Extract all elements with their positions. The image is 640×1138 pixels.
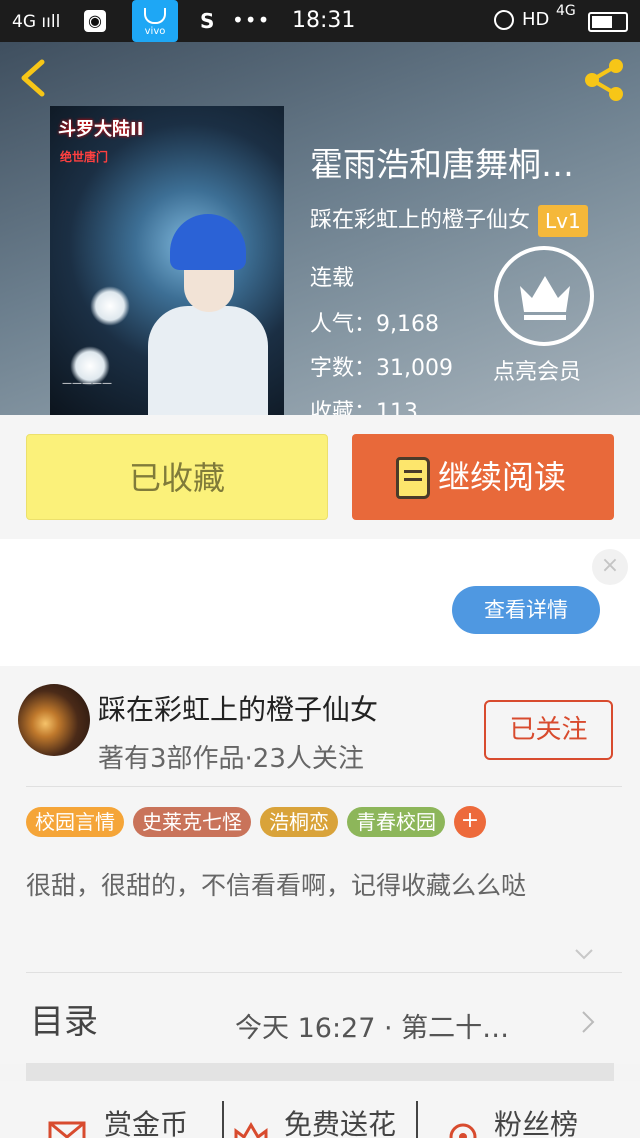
follow-button[interactable]: 已关注	[484, 700, 613, 760]
book-author: 踩在彩虹上的橙子仙女	[310, 208, 531, 233]
ad-banner: × 查看详情	[0, 539, 640, 666]
bottom-actions: 赏金币 免费送花 粉丝榜	[0, 1081, 640, 1138]
view-details-button[interactable]: 查看详情	[452, 586, 600, 634]
catalog-label: 目录	[30, 1002, 98, 1042]
tag-list: 校园言情 史莱克七怪 浩桐恋 青春校园 +	[26, 806, 486, 838]
free-flowers-tab[interactable]: 免费送花	[232, 1103, 396, 1138]
author-stats: 著有3部作品·23人关注	[98, 744, 364, 774]
cover-figure-body	[148, 306, 268, 415]
fan-ranking-label: 粉丝榜	[494, 1108, 579, 1138]
book-title: 霍雨浩和唐舞桐…	[310, 145, 574, 184]
cover-title: 斗罗大陆II	[58, 119, 144, 140]
tab-separator	[222, 1101, 224, 1138]
cover-figure-hair	[170, 214, 246, 270]
continue-reading-label: 继续阅读	[438, 458, 567, 496]
tag-item[interactable]: 校园言情	[26, 807, 124, 837]
hd-indicator: HD	[522, 9, 550, 30]
reward-coins-label: 赏金币	[104, 1108, 189, 1138]
signal-indicator: 4G ııll	[12, 12, 61, 32]
clock: 18:31	[292, 8, 356, 33]
action-bar: 已收藏 继续阅读	[0, 415, 640, 539]
catalog-row[interactable]: 目录 今天 16:27 · 第二十…	[0, 1000, 640, 1064]
vivo-app-icon: vivo	[132, 0, 178, 42]
latest-update: 今天 16:27 · 第二十…	[235, 1013, 510, 1044]
book-author-row[interactable]: 踩在彩虹上的橙子仙女 Lv1	[310, 202, 588, 237]
chevron-down-icon[interactable]	[574, 948, 594, 960]
tag-item[interactable]: 浩桐恋	[260, 807, 338, 837]
book-favorites: 收藏：113	[310, 400, 418, 415]
cover-band: —————	[62, 378, 112, 389]
avatar[interactable]	[18, 684, 90, 756]
medal-icon	[449, 1123, 477, 1138]
book-popularity: 人气：9,168	[310, 312, 439, 337]
status-bar: 4G ııll ◉ vivo S ••• 18:31 HD 4G	[0, 0, 640, 42]
continue-reading-button[interactable]: 继续阅读	[352, 434, 614, 520]
vip-label[interactable]: 点亮会员	[493, 354, 581, 386]
battery-icon	[588, 12, 628, 32]
level-badge: Lv1	[538, 205, 588, 237]
alarm-icon	[494, 10, 514, 30]
divider	[26, 786, 622, 787]
book-word-count: 字数：31,009	[310, 356, 453, 381]
tag-item[interactable]: 史莱克七怪	[133, 807, 251, 837]
book-header: 斗罗大陆II 绝世唐门 ————— 霍雨浩和唐舞桐… 踩在彩虹上的橙子仙女 Lv1…	[0, 42, 640, 415]
collected-button[interactable]: 已收藏	[26, 434, 328, 520]
book-description: 很甜，很甜的，不信看看啊，记得收藏么么哒	[26, 871, 527, 900]
free-flowers-label: 免费送花	[284, 1108, 397, 1138]
author-name[interactable]: 踩在彩虹上的橙子仙女	[98, 688, 378, 728]
crown-icon	[520, 276, 570, 320]
chevron-right-icon	[582, 1011, 595, 1033]
back-arrow-icon[interactable]	[16, 58, 52, 98]
cover-flower	[90, 286, 130, 326]
add-tag-button[interactable]: +	[454, 806, 486, 838]
section-separator	[26, 1063, 614, 1081]
more-dots-icon: •••	[232, 8, 271, 32]
book-icon	[396, 457, 430, 499]
fan-ranking-tab[interactable]: 粉丝榜	[444, 1103, 578, 1138]
book-cover[interactable]: 斗罗大陆II 绝世唐门 —————	[50, 106, 284, 415]
cover-subtitle: 绝世唐门	[60, 150, 109, 164]
reward-coins-tab[interactable]: 赏金币	[48, 1103, 188, 1138]
book-status: 连载	[310, 266, 355, 291]
s-app-icon: S	[200, 9, 215, 33]
author-section: 踩在彩虹上的橙子仙女 著有3部作品·23人关注 已关注 校园言情 史莱克七怪 浩桐恋…	[0, 666, 640, 1000]
flower-icon	[234, 1122, 268, 1138]
vip-crown-button[interactable]	[494, 246, 594, 346]
tab-separator	[416, 1101, 418, 1138]
share-icon[interactable]	[580, 56, 628, 104]
envelope-icon	[48, 1121, 86, 1138]
close-icon[interactable]: ×	[592, 549, 628, 585]
divider	[26, 972, 622, 973]
globe-icon: ◉	[84, 10, 106, 32]
tag-item[interactable]: 青春校园	[347, 807, 445, 837]
network-indicator: 4G	[556, 3, 576, 19]
